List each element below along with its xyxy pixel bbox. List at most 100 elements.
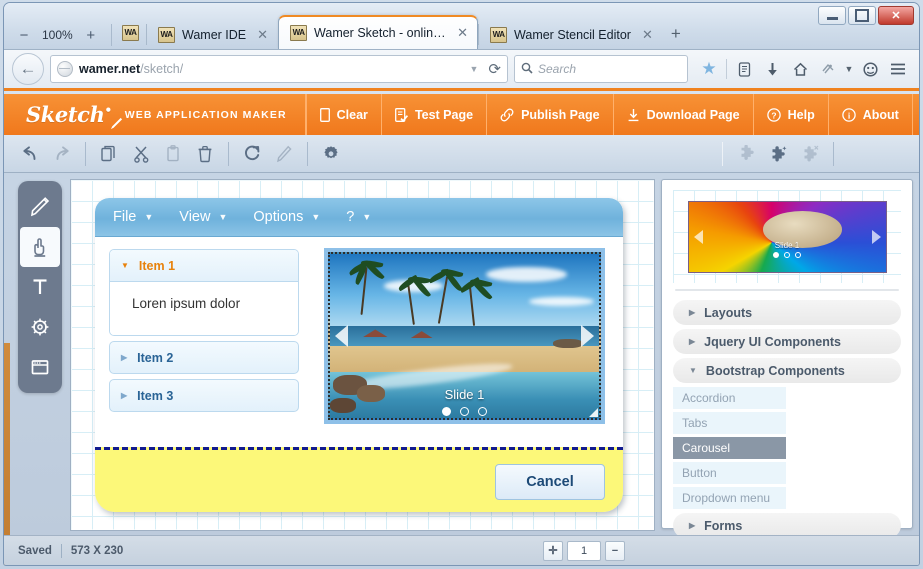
puzzle-add-icon[interactable] [762, 139, 794, 169]
carousel-prev-arrow[interactable] [335, 325, 348, 347]
chevron-down-icon: ▼ [311, 212, 321, 222]
search-input[interactable]: Search [538, 62, 576, 76]
undo-arrow-icon[interactable] [14, 139, 46, 169]
remove-page-button[interactable]: − [605, 540, 625, 561]
sketchi-logo[interactable]: Sketch• [26, 104, 122, 130]
copy-icon[interactable] [93, 139, 125, 169]
back-button[interactable]: ← [12, 53, 44, 85]
app-header: Sketch• WEB APPLICATION MAKER Clear Test… [4, 94, 919, 136]
menu-help[interactable]: ? ▼ [346, 209, 371, 225]
pencil-icon [31, 197, 50, 217]
bookmark-star-icon[interactable]: ★ [696, 55, 722, 83]
group-jquery-ui-components[interactable]: ▶ Jquery UI Components [673, 329, 901, 354]
menu-options[interactable]: Options ▼ [253, 209, 320, 225]
tab-close-icon[interactable]: ✕ [638, 27, 653, 43]
account-icon[interactable] [857, 55, 883, 83]
home-icon[interactable] [787, 55, 813, 83]
caret-right-icon: ▶ [121, 391, 128, 400]
design-canvas[interactable]: File ▼ View ▼ Options ▼ ? ▼ ▼ Item 1 Lor… [70, 179, 655, 531]
toolbar-separator [85, 141, 86, 166]
pinned-tab-icon[interactable]: WA [122, 25, 139, 41]
puzzle-icon[interactable] [730, 139, 762, 169]
tool-widget[interactable] [20, 307, 60, 347]
redo-arrow-icon[interactable] [46, 139, 78, 169]
tool-select[interactable] [20, 227, 60, 267]
hand-pointer-icon [34, 238, 46, 257]
url-path: /sketch/ [140, 62, 184, 76]
add-page-button[interactable]: ✛ [543, 540, 563, 561]
help-button[interactable]: ? Help [754, 94, 829, 135]
accordion-header[interactable]: ▼ Item 1 [110, 250, 298, 282]
accordion-label: Item 2 [137, 350, 174, 365]
about-button[interactable]: i About [829, 94, 913, 135]
tab-wamer-ide[interactable]: WA Wamer IDE ✕ [146, 19, 278, 49]
trash-icon[interactable] [189, 139, 221, 169]
tool-pencil[interactable] [20, 187, 60, 227]
accordion-header[interactable]: ▶ Item 3 [110, 380, 298, 411]
save-state-label: Saved [18, 544, 52, 557]
component-carousel[interactable]: Carousel [673, 437, 786, 459]
publish-page-button[interactable]: Publish Page [487, 94, 614, 135]
menu-view[interactable]: View ▼ [179, 209, 227, 225]
refresh-icon[interactable] [236, 139, 268, 169]
tool-window[interactable] [20, 347, 60, 387]
carousel-dot[interactable] [460, 407, 469, 416]
brand-area: Sketch• WEB APPLICATION MAKER [4, 94, 306, 135]
accordion-header[interactable]: ▶ Item 2 [110, 342, 298, 373]
maximize-icon[interactable] [848, 6, 876, 25]
new-tab-button[interactable]: + [663, 19, 689, 49]
accordion-panel-item-2[interactable]: ▶ Item 2 [109, 341, 299, 374]
mock-dialog[interactable]: File ▼ View ▼ Options ▼ ? ▼ ▼ Item 1 Lor… [95, 198, 623, 512]
download-page-button[interactable]: Download Page [614, 94, 754, 135]
component-accordion[interactable]: Accordion [673, 387, 786, 409]
resize-handle[interactable] [589, 408, 598, 417]
address-bar[interactable]: wamer.net/sketch/ ▼ ⟳ [50, 55, 508, 83]
cancel-button[interactable]: Cancel [495, 463, 605, 500]
search-bar[interactable]: Search [514, 55, 688, 83]
component-button[interactable]: Button [673, 462, 786, 484]
preview-dot [773, 251, 779, 258]
scissors-icon[interactable] [125, 139, 157, 169]
accordion-widget[interactable]: ▼ Item 1 Loren ipsum dolor ▶ Item 2 ▶ It… [109, 249, 299, 447]
preview-dot [784, 251, 790, 258]
chevron-down-icon[interactable]: ▼ [470, 64, 479, 74]
link-icon [500, 108, 514, 122]
tab-close-icon[interactable]: ✕ [253, 27, 268, 43]
carousel-dot[interactable] [442, 407, 451, 416]
reload-icon[interactable]: ⟳ [484, 60, 501, 78]
test-page-label: Test Page [414, 107, 474, 122]
carousel-next-arrow[interactable] [581, 325, 594, 347]
tab-close-icon[interactable]: ✕ [453, 25, 468, 41]
component-tabs[interactable]: Tabs [673, 412, 786, 434]
minimize-icon[interactable] [818, 6, 846, 25]
test-page-button[interactable]: Test Page [382, 94, 488, 135]
paste-icon[interactable] [157, 139, 189, 169]
gear-icon[interactable] [315, 139, 347, 169]
accordion-panel-item-1[interactable]: ▼ Item 1 Loren ipsum dolor [109, 249, 299, 336]
menu-icon[interactable] [885, 55, 911, 83]
group-layouts[interactable]: ▶ Layouts [673, 300, 901, 325]
tab-wamer-sketch[interactable]: WA Wamer Sketch - online ... ✕ [278, 15, 479, 49]
menu-file[interactable]: File ▼ [113, 209, 153, 225]
downloads-icon[interactable] [759, 55, 785, 83]
page-number-field[interactable]: 1 [567, 540, 601, 561]
menu-view-label: View [179, 209, 211, 225]
pen-icon[interactable] [268, 139, 300, 169]
zoom-out-button[interactable]: − [12, 22, 36, 48]
overflow-caret-icon[interactable]: ▼ [843, 55, 855, 83]
carousel-dot[interactable] [478, 407, 487, 416]
close-icon[interactable]: ✕ [878, 6, 914, 25]
puzzle-remove-icon[interactable] [794, 139, 826, 169]
pocket-icon[interactable] [815, 55, 841, 83]
caret-right-icon: ▶ [121, 353, 128, 362]
carousel-widget-selected[interactable]: Slide 1 [324, 248, 605, 424]
reading-list-icon[interactable] [731, 55, 757, 83]
tab-wamer-stencil-editor[interactable]: WA Wamer Stencil Editor ✕ [478, 19, 663, 49]
group-bootstrap-components[interactable]: ▼ Bootstrap Components [673, 358, 901, 383]
component-dropdown-menu[interactable]: Dropdown menu [673, 487, 786, 509]
clear-button[interactable]: Clear [305, 94, 382, 135]
zoom-in-button[interactable]: + [79, 22, 103, 48]
accordion-panel-item-3[interactable]: ▶ Item 3 [109, 379, 299, 412]
toolbar-separator [228, 141, 229, 166]
tool-text[interactable] [20, 267, 60, 307]
